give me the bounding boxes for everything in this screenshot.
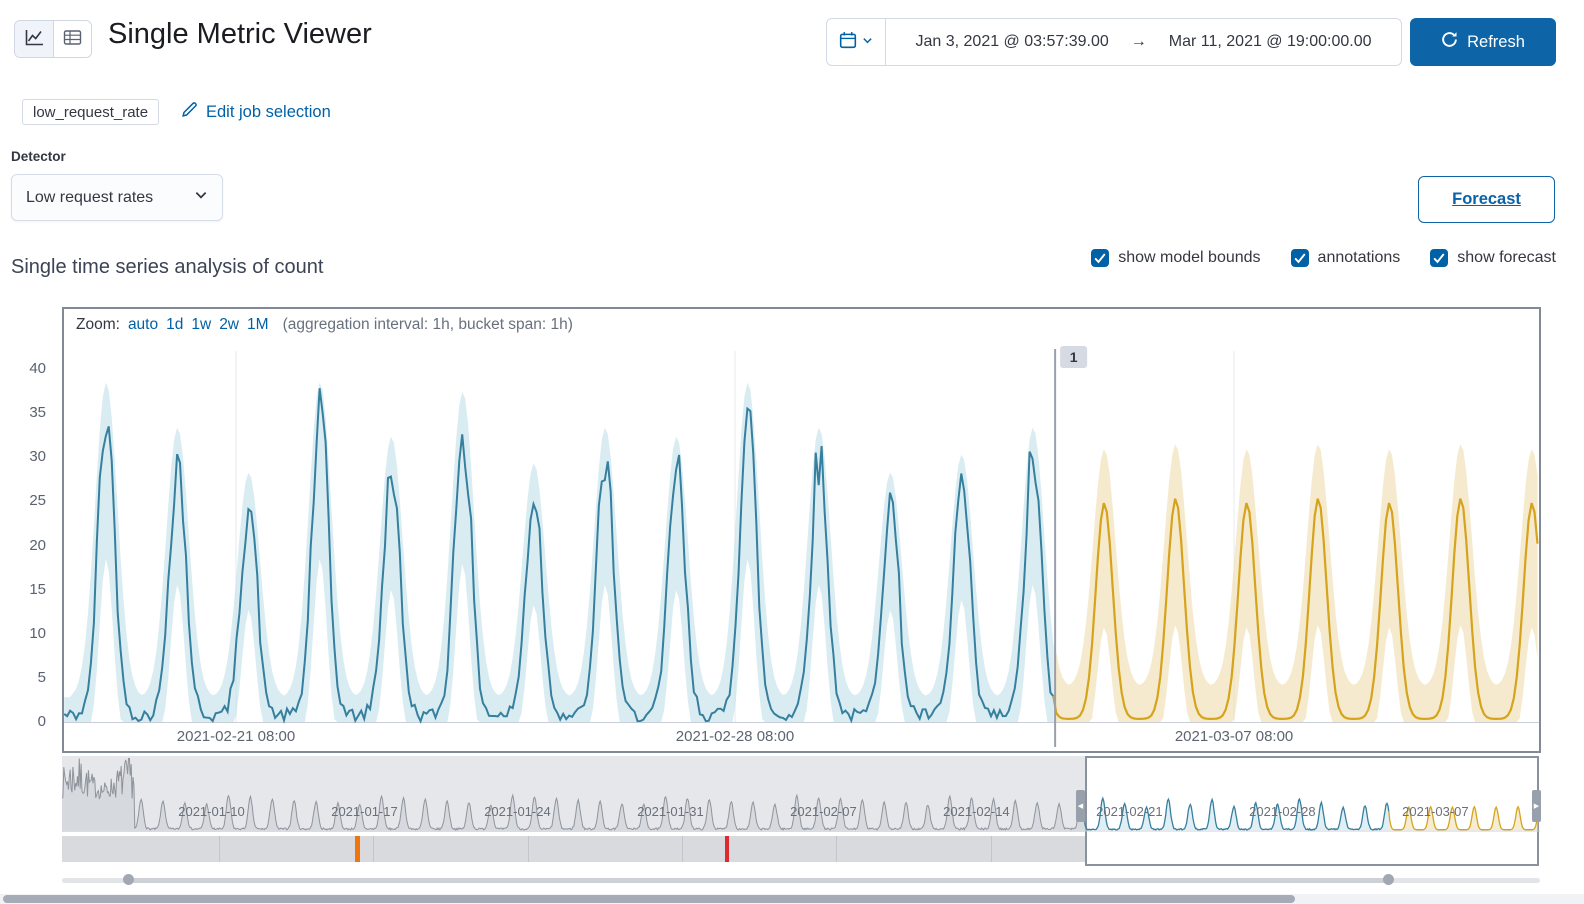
- swimlane-separator: [527, 836, 529, 862]
- zoom-link-1d[interactable]: 1d: [166, 316, 183, 334]
- swimlane-separator: [373, 836, 375, 862]
- start-date[interactable]: Jan 3, 2021 @ 03:57:39.00: [915, 33, 1108, 51]
- checkbox-checked-icon[interactable]: [1430, 249, 1449, 267]
- toggle-show-model-bounds[interactable]: show model bounds: [1091, 249, 1261, 267]
- page-title: Single Metric Viewer: [108, 18, 372, 50]
- navigator-date-label: 2021-02-28: [1249, 804, 1316, 819]
- chart-view-button[interactable]: [15, 21, 53, 57]
- chart-display-toggles: show model bounds annotations show forecas…: [1091, 249, 1556, 267]
- y-tick-label: 40: [29, 360, 46, 378]
- job-id-badge: low_request_rate: [22, 99, 160, 125]
- swimlane-separator: [681, 836, 683, 862]
- context-navigator: 2021-01-10 2021-01-17 2021-01-24 2021-01-31…: [62, 756, 1541, 868]
- navigator-date-label: 2021-02-07: [790, 804, 857, 819]
- y-tick-label: 0: [37, 713, 46, 730]
- detector-select[interactable]: Low request rates: [11, 174, 223, 221]
- zoom-link-auto[interactable]: auto: [128, 316, 158, 334]
- checkbox-checked-icon[interactable]: [1290, 249, 1309, 267]
- navigator-date-label: 2021-02-21: [1096, 804, 1163, 819]
- scrollbar-thumb[interactable]: [3, 895, 1295, 903]
- time-series-chart[interactable]: 2021-02-21 08:00 2021-02-28 08:00 2021-03-…: [64, 341, 1539, 751]
- anomaly-marker-warning[interactable]: [354, 836, 360, 862]
- aggregation-note: (aggregation interval: 1h, bucket span: …: [282, 316, 573, 333]
- refresh-label: Refresh: [1467, 32, 1525, 51]
- x-tick-label: 2021-02-21 08:00: [177, 728, 295, 745]
- analysis-section-title: Single time series analysis of count: [11, 256, 324, 278]
- y-tick-label: 30: [29, 448, 46, 466]
- zoom-label: Zoom:: [76, 316, 120, 333]
- date-range-picker: Jan 3, 2021 @ 03:57:39.00 → Mar 11, 2021…: [826, 18, 1402, 66]
- y-tick-label: 5: [37, 668, 46, 686]
- zoom-link-2w[interactable]: 2w: [219, 316, 239, 334]
- arrow-right-icon: →: [1130, 33, 1147, 50]
- navigator-date-label: 2021-01-10: [178, 804, 245, 819]
- forecast-button[interactable]: Forecast: [1418, 176, 1555, 223]
- swimlane-separator: [990, 836, 992, 862]
- anomaly-swimlane[interactable]: [62, 836, 1085, 862]
- slider-left-knob[interactable]: [123, 874, 134, 885]
- toggle-label: annotations: [1317, 249, 1401, 266]
- horizontal-scrollbar: [0, 894, 1584, 904]
- svg-text:1: 1: [1070, 349, 1078, 365]
- swimlane-separator: [836, 836, 838, 862]
- navigator-date-label: 2021-01-17: [331, 804, 398, 819]
- anomaly-marker-critical[interactable]: [725, 836, 730, 862]
- forecast-bounds-band: [1053, 444, 1538, 722]
- toggle-label: show model bounds: [1118, 249, 1261, 266]
- x-tick-label: 2021-03-07 08:00: [1175, 728, 1293, 745]
- zoom-link-1w[interactable]: 1w: [191, 316, 211, 334]
- y-tick-label: 35: [29, 404, 46, 422]
- zoom-link-1m[interactable]: 1M: [247, 316, 269, 334]
- navigator-deselected-region: [62, 756, 1085, 832]
- edit-job-selection-link[interactable]: Edit job selection: [181, 101, 331, 123]
- calendar-icon: [839, 31, 857, 54]
- detector-selected-value: Low request rates: [26, 188, 154, 206]
- pencil-icon: [181, 101, 198, 123]
- view-toggle-group: [14, 20, 92, 58]
- navigator-date-label: 2021-02-14: [943, 804, 1010, 819]
- chevron-down-icon: [194, 188, 208, 207]
- zoom-links: auto 1d 1w 2w 1M: [128, 316, 269, 334]
- date-range-display: Jan 3, 2021 @ 03:57:39.00 → Mar 11, 2021…: [886, 19, 1401, 65]
- toggle-show-forecast[interactable]: show forecast: [1430, 249, 1556, 267]
- detector-field-label: Detector: [11, 149, 66, 164]
- time-range-slider: [62, 871, 1540, 889]
- y-tick-label: 10: [29, 624, 46, 642]
- table-view-button[interactable]: [53, 21, 91, 57]
- table-icon: [63, 29, 82, 49]
- context-navigator-chart[interactable]: 2021-01-10 2021-01-17 2021-01-24 2021-01-31…: [62, 756, 1540, 832]
- observed-series-line: [64, 388, 1055, 725]
- slider-right-knob[interactable]: [1383, 874, 1394, 885]
- refresh-button[interactable]: Refresh: [1410, 18, 1556, 66]
- chevron-down-icon: [862, 33, 873, 51]
- navigator-date-label: 2021-03-07: [1402, 804, 1469, 819]
- y-tick-label: 20: [29, 536, 46, 554]
- toggle-label: show forecast: [1457, 249, 1556, 266]
- selection-left-handle[interactable]: ◀: [1076, 790, 1085, 822]
- navigator-date-label: 2021-01-31: [637, 804, 704, 819]
- swimlane-separator: [219, 836, 220, 862]
- refresh-icon: [1441, 31, 1458, 53]
- single-metric-viewer-page: Single Metric Viewer Jan 3, 2021 @ 03:57…: [0, 0, 1584, 904]
- date-quick-select-button[interactable]: [827, 19, 886, 65]
- x-tick-label: 2021-02-28 08:00: [676, 728, 794, 745]
- slider-selected-range[interactable]: [128, 878, 1388, 883]
- toggle-annotations[interactable]: annotations: [1290, 249, 1401, 267]
- y-tick-label: 25: [29, 492, 46, 510]
- line-chart-icon: [25, 29, 44, 49]
- time-series-panel: Zoom: auto 1d 1w 2w 1M (aggregation interval…: [62, 307, 1541, 753]
- edit-job-selection-label: Edit job selection: [206, 102, 331, 121]
- zoom-bar: Zoom: auto 1d 1w 2w 1M (aggregation interval…: [64, 309, 1539, 341]
- selection-right-handle[interactable]: ▶: [1532, 790, 1541, 822]
- checkbox-checked-icon[interactable]: [1091, 249, 1110, 267]
- y-tick-label: 15: [29, 580, 46, 598]
- y-axis-labels: 0 5 10 15 20 25 30 35 40: [0, 0, 52, 904]
- navigator-date-label: 2021-01-24: [484, 804, 551, 819]
- end-date[interactable]: Mar 11, 2021 @ 19:00:00.00: [1169, 33, 1372, 51]
